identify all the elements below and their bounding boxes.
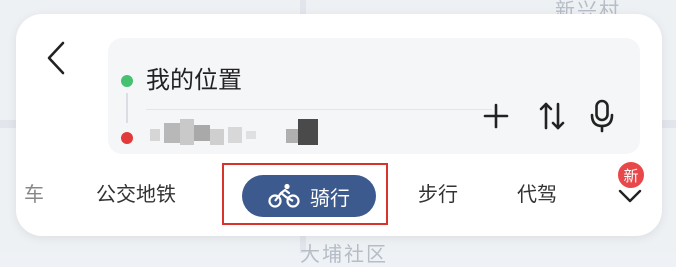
tab-drive[interactable]: 车: [24, 164, 44, 224]
voice-input-button[interactable]: [582, 94, 622, 138]
route-panel: 我的位置 车 公交地铁 骑行 步行 代驾: [16, 14, 662, 236]
microphone-icon: [590, 99, 614, 133]
plus-icon: [483, 103, 509, 129]
origin-dot: [121, 75, 133, 87]
transport-mode-tabs: 车 公交地铁 骑行 步行 代驾: [16, 163, 662, 225]
bicycle-icon: [268, 183, 300, 208]
tab-cycling-label: 骑行: [310, 185, 350, 210]
tab-transit[interactable]: 公交地铁: [96, 164, 176, 224]
chevron-left-icon: [47, 41, 65, 75]
tab-walking[interactable]: 步行: [418, 164, 458, 224]
back-button[interactable]: [38, 38, 74, 78]
tab-designated-driver[interactable]: 代驾: [517, 164, 557, 224]
swap-vertical-icon: [539, 102, 565, 130]
swap-route-button[interactable]: [532, 94, 572, 138]
new-badge: 新: [616, 160, 646, 190]
destination-field[interactable]: [146, 117, 326, 151]
route-connector: [126, 93, 128, 123]
highlight-box: 骑行: [222, 163, 388, 225]
destination-dot: [121, 132, 133, 144]
field-divider: [146, 109, 492, 110]
chevron-down-icon: [618, 189, 642, 203]
add-waypoint-button[interactable]: [476, 94, 516, 138]
origin-field[interactable]: 我的位置: [146, 62, 242, 98]
route-input-box: 我的位置: [108, 38, 640, 154]
tab-cycling[interactable]: 骑行: [242, 175, 376, 217]
